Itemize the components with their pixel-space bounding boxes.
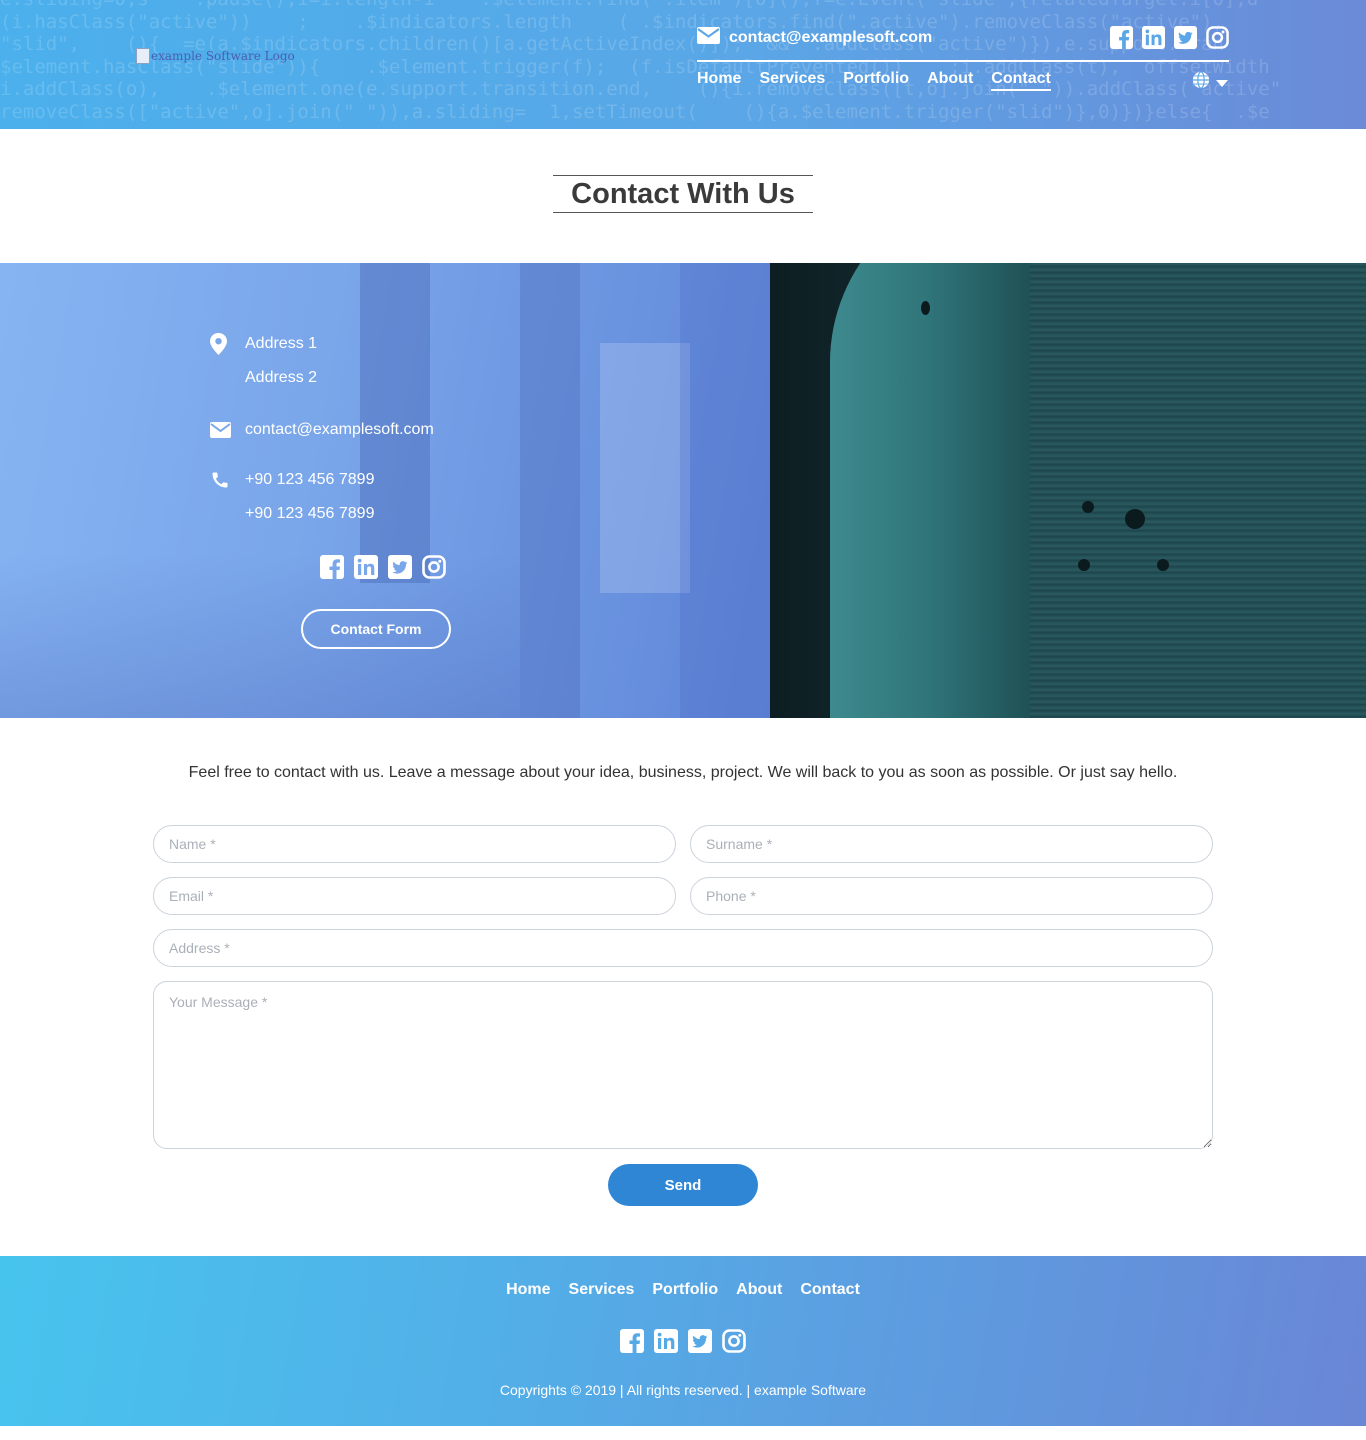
email-field[interactable] — [153, 877, 676, 915]
contact-info-band: Address 1 Address 2 contact@examplesoft.… — [0, 263, 1366, 718]
instagram-icon[interactable] — [1206, 26, 1229, 49]
header-divider — [697, 60, 1229, 62]
page-title: Contact With Us — [571, 177, 795, 210]
phone-row[interactable]: +90 123 456 7899 — [210, 469, 374, 491]
language-selector[interactable] — [1192, 71, 1228, 93]
linkedin-icon[interactable] — [654, 1329, 678, 1353]
mailbox-hole — [1082, 501, 1094, 513]
phone-icon — [210, 469, 236, 491]
map-pin-icon — [210, 333, 236, 355]
address-field[interactable] — [153, 929, 1213, 967]
email-row[interactable]: contact@examplesoft.com — [210, 419, 434, 441]
name-field[interactable] — [153, 825, 676, 863]
phone-row-2[interactable]: +90 123 456 7899 — [236, 505, 374, 523]
envelope-icon — [697, 27, 720, 49]
phone-field[interactable] — [690, 877, 1213, 915]
phone-number-2: +90 123 456 7899 — [245, 505, 375, 522]
mailbox-hole — [1078, 559, 1090, 571]
nav-about[interactable]: About — [927, 70, 973, 91]
address-line2: Address 2 — [245, 369, 318, 386]
background-decoration — [600, 343, 690, 593]
facebook-icon[interactable] — [620, 1329, 644, 1353]
background-decoration — [680, 263, 770, 718]
section-title-box: Contact With Us — [553, 175, 813, 213]
footer-nav-home[interactable]: Home — [506, 1281, 550, 1299]
address-row: Address 1 — [210, 333, 317, 355]
footer-nav-portfolio[interactable]: Portfolio — [652, 1281, 718, 1299]
twitter-icon[interactable] — [1174, 26, 1197, 49]
surname-field[interactable] — [690, 825, 1213, 863]
footer-social-links — [0, 1329, 1366, 1353]
header-email-text: contact@examplesoft.com — [729, 29, 933, 46]
header-email-link[interactable]: contact@examplesoft.com — [697, 26, 932, 50]
contact-email: contact@examplesoft.com — [245, 421, 434, 438]
site-logo[interactable]: example Software Logo — [136, 48, 295, 64]
mailbox-photo — [770, 263, 1366, 718]
contact-intro-text: Feel free to contact with us. Leave a me… — [188, 764, 1178, 781]
linkedin-icon[interactable] — [1142, 26, 1165, 49]
phone-number-1: +90 123 456 7899 — [245, 471, 375, 488]
mailbox-hole — [1125, 509, 1145, 529]
footer-nav-about[interactable]: About — [736, 1281, 782, 1299]
send-button[interactable]: Send — [608, 1164, 758, 1206]
address-line1: Address 1 — [245, 335, 318, 352]
contact-social-links — [320, 555, 446, 579]
contact-info-panel: Address 1 Address 2 contact@examplesoft.… — [0, 263, 770, 718]
nav-home[interactable]: Home — [697, 70, 741, 91]
instagram-icon[interactable] — [422, 555, 446, 579]
mailbox-hole — [921, 301, 930, 315]
nav-contact[interactable]: Contact — [991, 70, 1051, 91]
globe-icon — [1192, 71, 1210, 93]
nav-services[interactable]: Services — [759, 70, 825, 91]
address-row-2: Address 2 — [236, 369, 317, 387]
footer-copyright: Copyrights © 2019 | All rights reserved.… — [499, 1382, 867, 1398]
nav-portfolio[interactable]: Portfolio — [843, 70, 909, 91]
twitter-icon[interactable] — [688, 1329, 712, 1353]
caret-down-icon — [1216, 73, 1228, 92]
mailbox-hole — [1157, 559, 1169, 571]
instagram-icon[interactable] — [722, 1329, 746, 1353]
linkedin-icon[interactable] — [354, 555, 378, 579]
site-footer: Home Services Portfolio About Contact Co… — [0, 1256, 1366, 1426]
site-header: e.sliding=0,s .pause(),i=i.length-1 .$el… — [0, 0, 1366, 129]
message-textarea[interactable] — [153, 981, 1213, 1149]
header-social-links — [1110, 26, 1229, 49]
envelope-icon — [210, 419, 236, 441]
facebook-icon[interactable] — [1110, 26, 1133, 49]
footer-nav-contact[interactable]: Contact — [800, 1281, 860, 1299]
main-nav: Home Services Portfolio About Contact — [697, 70, 1051, 91]
contact-form-button[interactable]: Contact Form — [301, 609, 451, 649]
mailbox-front — [830, 263, 1030, 718]
background-decoration — [520, 263, 580, 718]
footer-nav-services[interactable]: Services — [569, 1281, 635, 1299]
twitter-icon[interactable] — [388, 555, 412, 579]
broken-image-icon — [136, 48, 150, 64]
facebook-icon[interactable] — [320, 555, 344, 579]
logo-alt-text: example Software Logo — [151, 49, 295, 63]
footer-nav: Home Services Portfolio About Contact — [0, 1281, 1366, 1299]
